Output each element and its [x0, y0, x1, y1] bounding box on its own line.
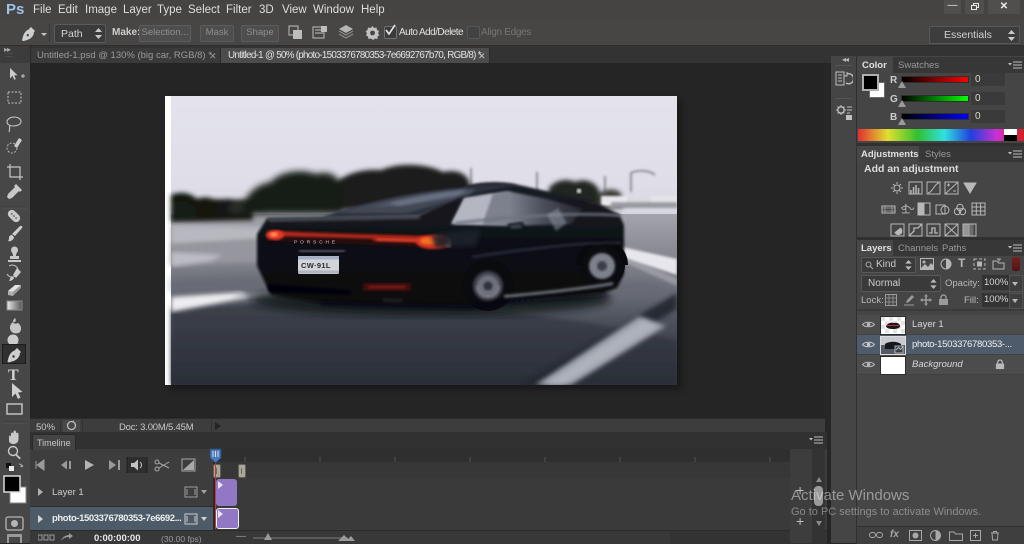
svg-text:PORSCHE: PORSCHE — [294, 240, 338, 246]
svg-text:T: T — [8, 367, 19, 384]
svg-text:CW·91L: CW·91L — [301, 261, 331, 270]
